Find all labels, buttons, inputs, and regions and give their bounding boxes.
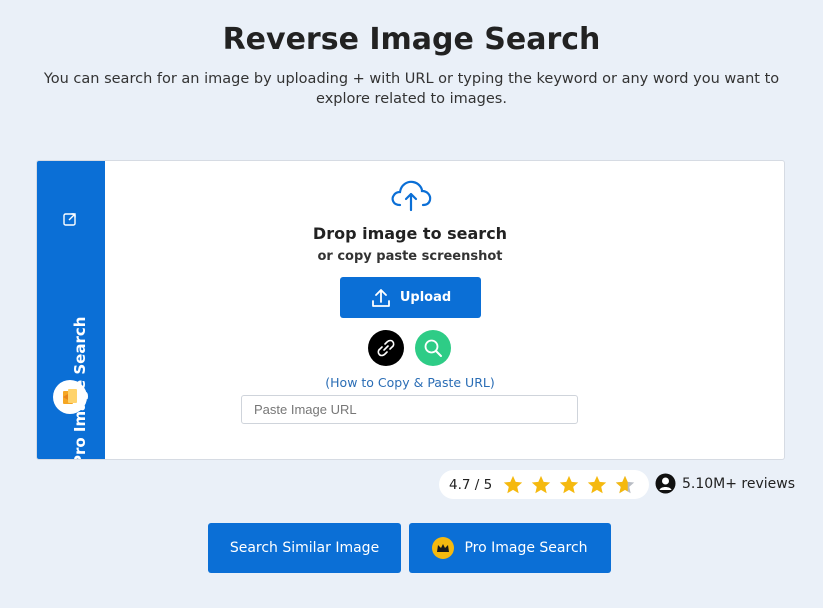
upload-button[interactable]: Upload — [340, 277, 481, 318]
star-icon — [560, 475, 579, 493]
drop-subtitle: or copy paste screenshot — [317, 249, 503, 264]
search-similar-image-button[interactable]: Search Similar Image — [208, 523, 401, 573]
rating-badge: 4.7 / 5 — [439, 470, 649, 499]
star-icon — [588, 475, 607, 493]
reviews-count: 5.10M+ reviews — [655, 473, 795, 494]
link-button[interactable] — [368, 330, 404, 366]
search-icon — [424, 339, 442, 357]
pro-image-search-tab[interactable]: Pro Image Search — [37, 161, 105, 459]
partial-star-icon — [616, 475, 635, 493]
drop-title: Drop image to search — [312, 224, 508, 243]
crown-icon — [432, 537, 455, 559]
pro-image-search-button[interactable]: Pro Image Search — [409, 523, 611, 573]
user-avatar-icon — [53, 380, 87, 414]
paste-image-url-input[interactable] — [241, 395, 578, 424]
upload-icon — [371, 288, 390, 307]
upload-button-label: Upload — [399, 290, 452, 305]
cloud-upload-icon — [391, 180, 432, 212]
reviews-text: 5.10M+ reviews — [682, 475, 796, 492]
link-icon — [377, 339, 395, 357]
star-icon — [504, 475, 523, 493]
pro-image-search-button-label: Pro Image Search — [464, 540, 588, 556]
search-card: Pro Image Search Drop image to search or… — [36, 160, 785, 460]
rating-score: 4.7 / 5 — [449, 476, 493, 493]
external-link-icon[interactable] — [62, 211, 78, 227]
user-icon — [655, 473, 676, 494]
star-icon — [532, 475, 551, 493]
how-to-copy-paste-url-link[interactable]: (How to Copy & Paste URL) — [105, 375, 715, 390]
search-button[interactable] — [415, 330, 451, 366]
search-similar-image-label: Search Similar Image — [229, 540, 380, 556]
page-subtitle: You can search for an image by uploading… — [43, 71, 780, 107]
page-title: Reverse Image Search — [222, 22, 601, 57]
